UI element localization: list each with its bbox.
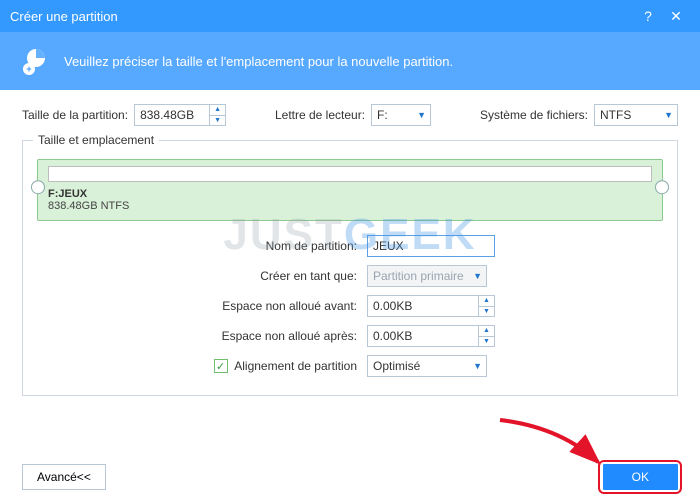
create-as-select: Partition primaire ▼ [367, 265, 487, 287]
chevron-down-icon: ▼ [473, 271, 482, 281]
chevron-down-icon: ▼ [473, 361, 482, 371]
advanced-button[interactable]: Avancé<< [22, 464, 106, 490]
unalloc-before-label: Espace non alloué avant: [37, 299, 367, 313]
ok-button[interactable]: OK [603, 464, 678, 490]
alignment-label: Alignement de partition [234, 359, 357, 373]
size-location-legend: Taille et emplacement [33, 133, 159, 147]
partition-size-value: 838.48GB [140, 108, 194, 122]
partition-size-input[interactable]: 838.48GB ▲▼ [134, 104, 226, 126]
partition-name-label: Nom de partition: [37, 239, 367, 253]
unalloc-before-input[interactable]: 0.00KB ▲▼ [367, 295, 495, 317]
resize-handle-right[interactable] [655, 180, 669, 194]
alignment-value: Optimisé [373, 359, 420, 373]
ok-button-label: OK [632, 470, 649, 484]
create-as-label: Créer en tant que: [37, 269, 367, 283]
chevron-down-icon: ▼ [417, 110, 426, 120]
create-partition-icon: + [20, 45, 52, 77]
filesystem-value: NTFS [600, 108, 631, 122]
chevron-down-icon: ▼ [664, 110, 673, 120]
window-title: Créer une partition [10, 9, 118, 24]
resize-handle-left[interactable] [31, 180, 45, 194]
partition-name-input[interactable]: JEUX [367, 235, 495, 257]
partition-visual-detail: 838.48GB NTFS [48, 200, 129, 212]
unalloc-after-value: 0.00KB [373, 329, 412, 343]
alignment-checkbox[interactable]: ✓ [214, 359, 228, 373]
drive-letter-label: Lettre de lecteur: [275, 108, 365, 122]
partition-visualizer[interactable]: F:JEUX 838.48GB NTFS [37, 159, 663, 221]
advanced-button-label: Avancé<< [37, 470, 91, 484]
banner-text: Veuillez préciser la taille et l'emplace… [64, 54, 453, 69]
drive-letter-value: F: [377, 108, 388, 122]
alignment-select[interactable]: Optimisé ▼ [367, 355, 487, 377]
unalloc-after-label: Espace non alloué après: [37, 329, 367, 343]
partition-size-label: Taille de la partition: [22, 108, 128, 122]
close-icon[interactable]: ✕ [662, 8, 690, 25]
unalloc-after-input[interactable]: 0.00KB ▲▼ [367, 325, 495, 347]
svg-text:+: + [26, 64, 31, 74]
partition-name-value: JEUX [373, 239, 404, 253]
unalloc-after-stepper[interactable]: ▲▼ [478, 326, 494, 346]
filesystem-label: Système de fichiers: [480, 108, 588, 122]
unalloc-before-stepper[interactable]: ▲▼ [478, 296, 494, 316]
partition-bar[interactable] [48, 166, 652, 182]
unalloc-before-value: 0.00KB [373, 299, 412, 313]
help-icon[interactable]: ? [634, 8, 662, 24]
drive-letter-select[interactable]: F: ▼ [371, 104, 431, 126]
create-as-value: Partition primaire [373, 269, 464, 283]
partition-visual-name: F:JEUX [48, 188, 87, 200]
partition-size-stepper[interactable]: ▲▼ [209, 105, 225, 125]
filesystem-select[interactable]: NTFS ▼ [594, 104, 678, 126]
